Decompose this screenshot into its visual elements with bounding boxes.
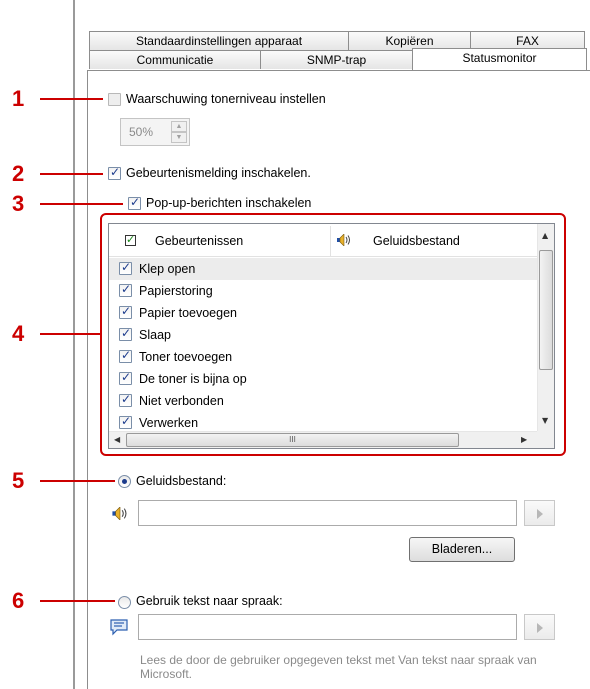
event-notification-checkbox[interactable]: ✓: [108, 165, 121, 180]
checkmark-icon: ✓: [130, 195, 141, 209]
event-notification-label: Gebeurtenismelding inschakelen.: [126, 166, 311, 180]
play-icon: [537, 509, 543, 519]
toner-level-spinbox[interactable]: 50% ▲ ▼: [120, 118, 190, 146]
list-item[interactable]: ✓ Klep open: [109, 258, 537, 280]
event-label: De toner is bijna op: [139, 372, 247, 386]
horizontal-scroll-thumb[interactable]: III: [126, 433, 459, 447]
dialog-left-border: [73, 0, 75, 689]
event-checkbox[interactable]: ✓: [119, 282, 132, 297]
checkmark-icon: ✓: [121, 260, 132, 274]
play-speech-button[interactable]: [524, 614, 555, 640]
tts-hint-text: Lees de door de gebruiker opgegeven teks…: [140, 653, 537, 681]
list-item[interactable]: ✓ Niet verbonden: [109, 390, 537, 412]
spin-down-button[interactable]: ▼: [171, 132, 187, 143]
callout-line-3: [40, 203, 123, 205]
events-list-header: ✓ Gebeurtenissen Geluidsbestand: [109, 224, 537, 257]
sound-file-path-field[interactable]: [138, 500, 517, 526]
tab-communicatie[interactable]: Communicatie: [89, 50, 261, 69]
callout-1: 1: [12, 86, 25, 111]
callout-5: 5: [12, 468, 25, 493]
tab-statusmonitor[interactable]: Statusmonitor: [412, 48, 587, 70]
tts-label: Gebruik tekst naar spraak:: [136, 594, 283, 608]
callout-line-4: [40, 333, 102, 335]
radio-dot: [122, 479, 127, 484]
select-all-checkbox[interactable]: ✓: [125, 233, 136, 246]
header-events-label: Gebeurtenissen: [155, 234, 244, 248]
speaker-icon: [337, 234, 350, 246]
scroll-grip: III: [289, 435, 296, 444]
toner-warning-label: Waarschuwing tonerniveau instellen: [126, 92, 326, 106]
popup-messages-label: Pop-up-berichten inschakelen: [146, 196, 312, 210]
checkmark-icon: ✓: [121, 370, 132, 384]
speaker-icon: [112, 507, 127, 520]
sound-file-label: Geluidsbestand:: [136, 474, 227, 488]
list-item[interactable]: ✓ Papier toevoegen: [109, 302, 537, 324]
tts-text-field[interactable]: [138, 614, 517, 640]
event-label: Klep open: [139, 262, 196, 276]
checkmark-icon: ✓: [121, 348, 132, 362]
tab-snmp-trap[interactable]: SNMP-trap: [260, 50, 413, 69]
callout-4: 4: [12, 321, 25, 346]
event-label: Verwerken: [139, 416, 199, 430]
callout-line-5: [40, 480, 115, 482]
checkmark-icon: ✓: [121, 282, 132, 296]
list-item[interactable]: ✓ Papierstoring: [109, 280, 537, 302]
checkmark-icon: ✓: [121, 326, 132, 340]
callout-2: 2: [12, 161, 25, 186]
header-sound-label: Geluidsbestand: [373, 234, 460, 248]
play-icon: [537, 623, 543, 633]
vertical-scroll-thumb[interactable]: [539, 250, 553, 370]
header-separator: [330, 226, 331, 256]
event-checkbox[interactable]: ✓: [119, 414, 132, 429]
scroll-right-arrow-icon[interactable]: ▶: [521, 435, 527, 444]
event-label: Niet verbonden: [139, 394, 224, 408]
checkmark-icon: ✓: [110, 165, 121, 179]
play-sound-button[interactable]: [524, 500, 555, 526]
event-checkbox[interactable]: ✓: [119, 348, 132, 363]
callout-line-2: [40, 173, 103, 175]
vertical-scrollbar[interactable]: ▲ ▼: [537, 224, 554, 432]
toner-level-value: 50%: [129, 125, 154, 139]
scrollbar-corner: [537, 431, 554, 448]
checkmark-icon: ✓: [121, 414, 132, 428]
list-item[interactable]: ✓ Slaap: [109, 324, 537, 346]
scroll-up-arrow-icon[interactable]: ▲: [542, 231, 548, 240]
tts-radio[interactable]: [118, 596, 131, 609]
checkmark-icon: ✓: [126, 233, 136, 246]
popup-messages-checkbox[interactable]: ✓: [128, 195, 141, 210]
callout-line-6: [40, 600, 115, 602]
checkmark-icon: ✓: [121, 392, 132, 406]
event-label: Papier toevoegen: [139, 306, 237, 320]
event-checkbox[interactable]: ✓: [119, 326, 132, 341]
event-label: Toner toevoegen: [139, 350, 233, 364]
callout-3: 3: [12, 191, 25, 216]
event-checkbox[interactable]: ✓: [119, 260, 132, 275]
toner-warning-checkbox[interactable]: [108, 93, 121, 106]
checkmark-icon: ✓: [121, 304, 132, 318]
event-checkbox[interactable]: ✓: [119, 370, 132, 385]
event-label: Papierstoring: [139, 284, 213, 298]
tab-standaardinstellingen[interactable]: Standaardinstellingen apparaat: [89, 31, 349, 50]
event-checkbox[interactable]: ✓: [119, 392, 132, 407]
callout-6: 6: [12, 588, 25, 613]
speech-bubble-icon: [110, 619, 128, 636]
spin-up-button[interactable]: ▲: [171, 121, 187, 132]
horizontal-scrollbar[interactable]: ◀ III ▶: [109, 431, 537, 448]
events-list[interactable]: ✓ Gebeurtenissen Geluidsbestand ✓ Klep o…: [108, 223, 555, 449]
event-label: Slaap: [139, 328, 171, 342]
browse-button[interactable]: Bladeren...: [409, 537, 515, 562]
event-checkbox[interactable]: ✓: [119, 304, 132, 319]
scroll-down-arrow-icon[interactable]: ▼: [542, 416, 548, 425]
list-item[interactable]: ✓ Toner toevoegen: [109, 346, 537, 368]
scroll-left-arrow-icon[interactable]: ◀: [114, 435, 120, 444]
sound-file-radio[interactable]: [118, 475, 131, 488]
list-item[interactable]: ✓ De toner is bijna op: [109, 368, 537, 390]
callout-line-1: [40, 98, 103, 100]
